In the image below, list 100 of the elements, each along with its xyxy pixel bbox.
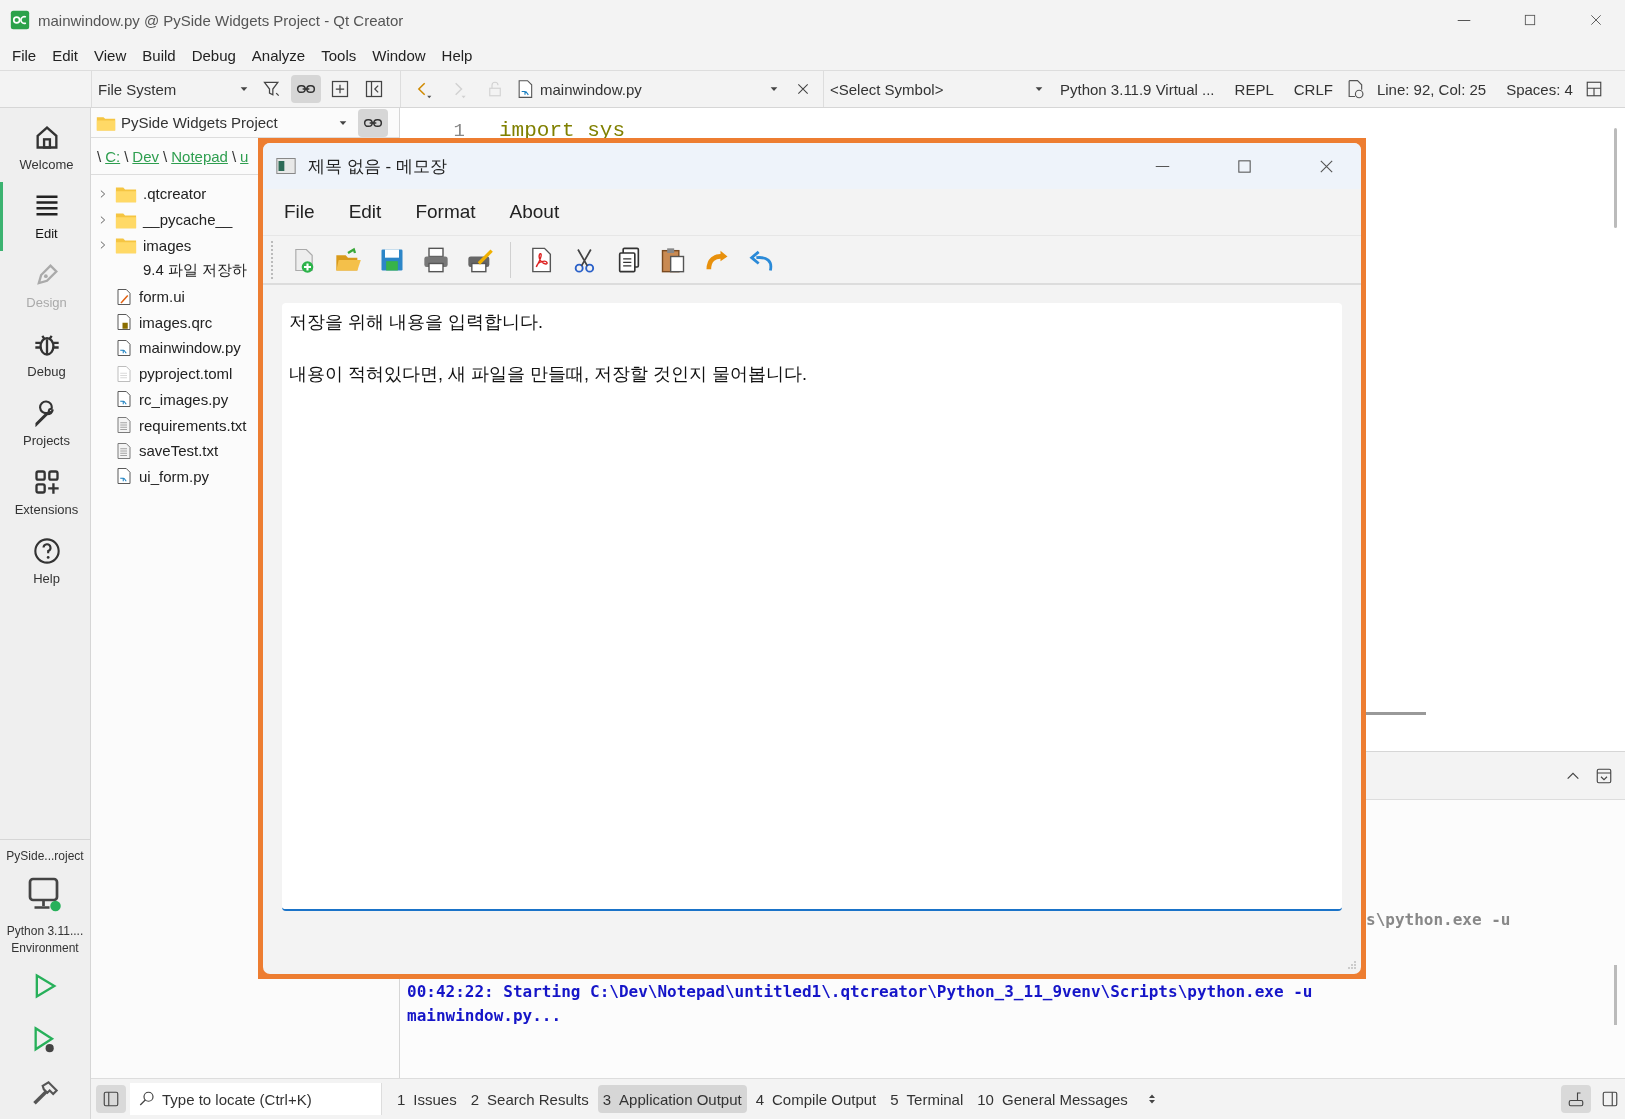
repl-button[interactable]: REPL — [1226, 80, 1282, 98]
interpreter-selector[interactable]: Python 3.11.9 Virtual ... — [1052, 80, 1223, 98]
python-file-icon — [115, 338, 133, 357]
menu-item[interactable]: Window — [364, 46, 434, 64]
output-line: 00:42:22: Starting C:\Dev\Notepad\untitled1\.qtcreator\Python_3_11_9venv\Scripts\python.exe -u — [407, 981, 1314, 1003]
close-icon — [795, 81, 811, 97]
text-paragraph: 내용이 적혀있다면, 새 파일을 만들때, 저장할 것인지 물어봅니다. — [289, 363, 808, 386]
caret-icon[interactable] — [769, 84, 779, 94]
file-dropdown[interactable]: mainwindow.py — [515, 75, 783, 103]
kit-label: Python 3.11.... — [6, 923, 84, 940]
tree-item[interactable]: __pycache__ — [143, 211, 233, 229]
output-tab[interactable]: 1 Issues — [392, 1085, 462, 1113]
tree-item[interactable]: 9.4 파일 저장하 — [143, 261, 248, 281]
split-add-icon — [330, 79, 350, 99]
menu-item[interactable]: View — [86, 46, 135, 64]
menu-item[interactable]: Tools — [313, 46, 365, 64]
tree-item[interactable]: images.qrc — [139, 313, 213, 331]
extensions-icon — [32, 468, 61, 496]
tree-item[interactable]: requirements.txt — [139, 416, 247, 434]
search-icon — [138, 1090, 156, 1108]
tree-item[interactable]: pyproject.toml — [139, 365, 233, 383]
menu-item[interactable]: Edit — [44, 46, 87, 64]
breadcrumb-separator: \ — [124, 147, 129, 165]
menu-item[interactable]: File — [273, 201, 326, 223]
menu-item[interactable]: Format — [404, 201, 487, 223]
line-number: 1 — [452, 119, 465, 143]
python-file-icon — [115, 390, 133, 409]
output-tab[interactable]: 3 Application Output — [597, 1085, 747, 1113]
mode-button[interactable]: Projects — [0, 389, 90, 458]
mode-button[interactable]: Welcome — [0, 113, 90, 182]
link-button[interactable] — [291, 75, 321, 103]
ui-file-icon — [115, 287, 133, 306]
tree-item[interactable]: images — [143, 236, 192, 254]
output-tab[interactable]: 5 Terminal — [885, 1085, 969, 1113]
printer-icon[interactable] — [422, 245, 450, 274]
sidebar-toggle-icon[interactable] — [1601, 1090, 1619, 1108]
line-ending-selector[interactable]: CRLF — [1285, 80, 1341, 98]
breadcrumb-separator: \ — [97, 147, 102, 165]
clear-output-icon — [1567, 1090, 1585, 1108]
menu-item[interactable]: Debug — [183, 46, 244, 64]
link-button[interactable] — [358, 108, 388, 137]
breadcrumb-separator: \ — [163, 147, 168, 165]
resize-grip-icon — [1345, 958, 1357, 970]
maximize-icon — [1235, 157, 1253, 175]
caret-icon — [1034, 84, 1044, 94]
menu-item[interactable]: Help — [433, 46, 481, 64]
app-window-icon — [276, 156, 296, 176]
panel-close-icon — [364, 79, 384, 99]
monitor-icon[interactable] — [27, 876, 63, 912]
project-dropdown[interactable]: PySide Widgets Project — [96, 108, 352, 137]
resource-file-icon — [115, 313, 133, 332]
close-icon — [1589, 13, 1603, 27]
menu-item[interactable]: Edit — [337, 201, 393, 223]
filter-icon — [262, 79, 282, 99]
sidebar-toggle-button[interactable] — [96, 1085, 126, 1113]
document-icon — [115, 364, 133, 383]
kit-label: Environment — [11, 940, 79, 957]
indentation-selector[interactable]: Spaces: 4 — [1498, 80, 1581, 98]
view-dropdown[interactable]: File System — [98, 75, 253, 103]
window-title: 제목 없음 - 메모장 — [308, 155, 448, 178]
project-label: PySide...roject — [6, 848, 84, 865]
output-line: s\python.exe -u — [1366, 909, 1512, 931]
mode-button[interactable]: Extensions — [0, 458, 90, 527]
menu-item[interactable]: File — [4, 46, 45, 64]
python-file-icon — [115, 467, 133, 486]
project-name: PySide Widgets Project — [121, 114, 278, 131]
app-logo-icon — [10, 10, 30, 30]
caret-icon — [239, 84, 249, 94]
text-field[interactable]: 저장을 위해 내용을 입력합니다. 내용이 적혀있다면, 새 파일을 만들때, 저장할 것인지 물어봅니다. — [282, 303, 1342, 911]
collapse-panel-icon[interactable] — [1595, 766, 1613, 785]
output-tab[interactable]: 4 Compile Output — [750, 1085, 882, 1113]
code-line: import sys — [499, 119, 627, 143]
text-file-icon — [115, 441, 133, 460]
symbol-dropdown[interactable]: <Select Symbol> — [823, 71, 1048, 107]
text-file-icon — [115, 416, 133, 435]
sidebar-toggle-icon — [102, 1090, 120, 1108]
menu-item[interactable]: Analyze — [243, 46, 314, 64]
locate-field[interactable]: Type to locate (Ctrl+K) — [130, 1083, 381, 1115]
tree-item[interactable]: ui_form.py — [139, 467, 210, 485]
clear-button[interactable] — [1561, 1085, 1591, 1113]
menu-item[interactable]: About — [498, 201, 571, 223]
paste-icon[interactable] — [659, 245, 687, 274]
mode-button[interactable]: Debug — [0, 320, 90, 389]
tree-item[interactable]: .qtcreator — [143, 185, 207, 203]
mode-button[interactable]: Help — [0, 527, 90, 596]
help-icon — [32, 537, 61, 565]
tree-item[interactable]: rc_images.py — [139, 390, 229, 408]
output-tab[interactable]: 2 Search Results — [465, 1085, 594, 1113]
menu-item[interactable]: Build — [134, 46, 184, 64]
tree-item[interactable]: saveTest.txt — [139, 442, 219, 460]
output-tab[interactable]: 10 General Messages — [972, 1085, 1133, 1113]
output-line: mainwindow.py... — [407, 1005, 563, 1027]
text-paragraph: 저장을 위해 내용을 입력합니다. — [289, 311, 544, 334]
file-name: mainwindow.py — [540, 80, 642, 98]
minimize-icon — [1153, 164, 1171, 168]
tree-item[interactable]: form.ui — [139, 288, 185, 306]
breadcrumb-separator: \ — [231, 147, 237, 165]
tree-item[interactable]: mainwindow.py — [139, 339, 241, 357]
split-icon[interactable] — [1584, 80, 1603, 98]
cursor-position[interactable]: Line: 92, Col: 25 — [1368, 80, 1495, 98]
